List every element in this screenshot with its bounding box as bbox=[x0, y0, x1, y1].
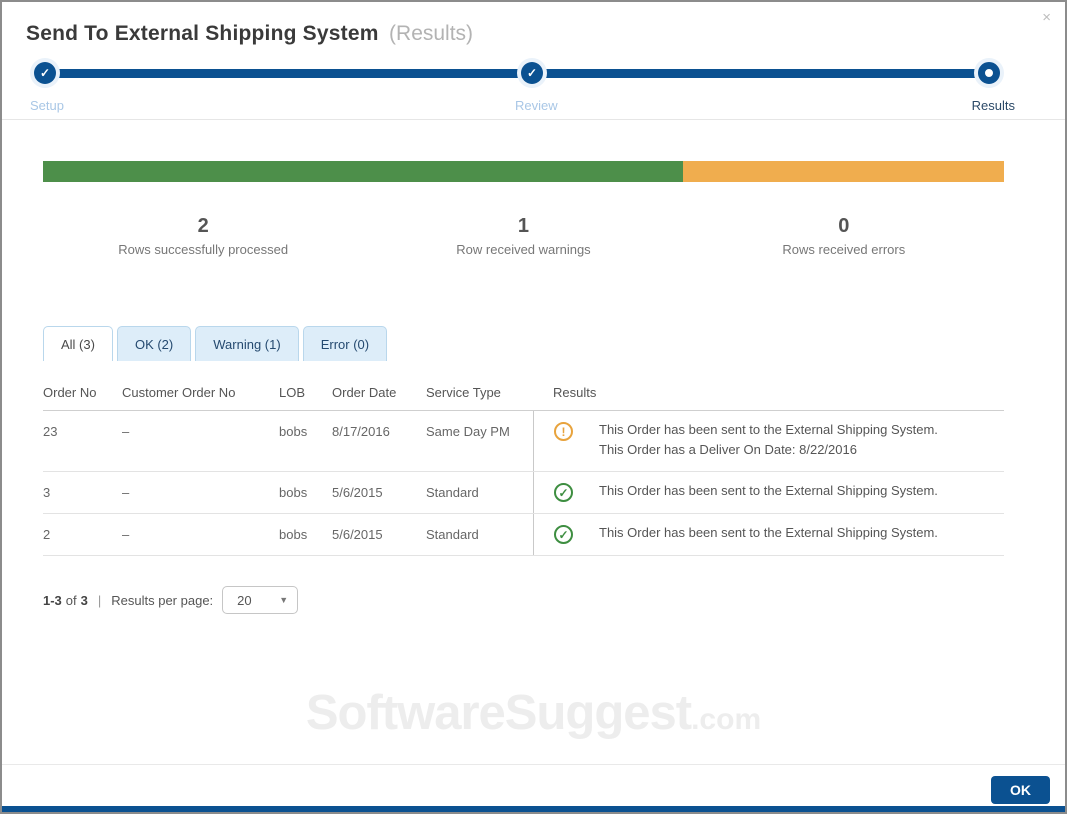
success-check-icon: ✓ bbox=[554, 483, 573, 502]
result-messages: This Order has been sent to the External… bbox=[599, 482, 938, 502]
result-message: This Order has been sent to the External… bbox=[599, 422, 938, 437]
warning-segment bbox=[683, 161, 1004, 182]
cell-results: ! This Order has been sent to the Extern… bbox=[533, 411, 1004, 471]
cell-order-no: 23 bbox=[43, 424, 58, 439]
tab-ok[interactable]: OK (2) bbox=[116, 326, 192, 361]
cell-order-date: 5/6/2015 bbox=[332, 485, 383, 500]
result-summary-bar bbox=[43, 161, 1004, 182]
cell-order-date: 5/6/2015 bbox=[332, 527, 383, 542]
col-header-lob: LOB bbox=[279, 385, 306, 400]
table-header-row: Order No Customer Order No LOB Order Dat… bbox=[43, 376, 1004, 411]
step-results-dot-icon bbox=[978, 62, 1000, 84]
stat-error-label: Rows received errors bbox=[782, 242, 906, 257]
cell-service-type: Standard bbox=[426, 527, 479, 542]
page-title: Send To External Shipping System bbox=[26, 22, 379, 45]
result-message: This Order has been sent to the External… bbox=[599, 525, 938, 540]
close-icon[interactable]: × bbox=[1042, 10, 1051, 25]
results-per-page-select[interactable]: 20 ▼ bbox=[222, 586, 299, 614]
cell-results: ✓ This Order has been sent to the Extern… bbox=[533, 472, 1004, 513]
success-segment bbox=[43, 161, 684, 182]
cell-results: ✓ This Order has been sent to the Extern… bbox=[533, 514, 1004, 555]
results-per-page-label: Results per page: bbox=[111, 592, 214, 608]
cell-lob: bobs bbox=[279, 485, 308, 500]
cell-service-type: Standard bbox=[426, 485, 479, 500]
table-row: 2 – bobs 5/6/2015 Standard ✓ This Order … bbox=[43, 514, 1004, 556]
bottom-accent-strip bbox=[2, 806, 1065, 812]
stat-warning-value: 1 bbox=[517, 215, 530, 237]
stat-success: 2 Rows successfully processed bbox=[43, 215, 363, 257]
results-table: Order No Customer Order No LOB Order Dat… bbox=[43, 376, 1004, 556]
col-header-service-type: Service Type bbox=[426, 385, 501, 400]
softwaresuggest-watermark: SoftwareSuggest.com bbox=[2, 685, 1065, 741]
cell-order-date: 8/17/2016 bbox=[332, 424, 390, 439]
result-messages: This Order has been sent to the External… bbox=[599, 524, 938, 544]
cell-service-type: Same Day PM bbox=[426, 424, 510, 439]
col-header-customer-order-no: Customer Order No bbox=[122, 385, 236, 400]
pagination-of-label: of bbox=[65, 592, 77, 608]
tab-error[interactable]: Error (0) bbox=[302, 326, 388, 361]
cell-order-no: 2 bbox=[43, 527, 51, 542]
col-header-order-date: Order Date bbox=[332, 385, 397, 400]
step-review-check-icon: ✓ bbox=[521, 62, 543, 84]
tab-warning[interactable]: Warning (1) bbox=[195, 326, 299, 361]
cell-customer-order-no: – bbox=[122, 424, 130, 439]
pagination-range: 1-3 bbox=[43, 592, 62, 608]
step-label-review: Review bbox=[515, 98, 558, 113]
cell-customer-order-no: – bbox=[122, 485, 130, 500]
step-label-results: Results bbox=[971, 98, 1015, 113]
shipping-results-modal: Send To External Shipping System (Result… bbox=[0, 0, 1067, 814]
cell-lob: bobs bbox=[279, 527, 308, 542]
chevron-down-icon: ▼ bbox=[279, 595, 289, 605]
stat-warning-label: Row received warnings bbox=[456, 242, 591, 257]
stat-success-value: 2 bbox=[197, 215, 209, 237]
cell-order-no: 3 bbox=[43, 485, 51, 500]
stat-success-label: Rows successfully processed bbox=[118, 242, 289, 257]
tab-all[interactable]: All (3) bbox=[43, 326, 113, 361]
pagination-separator: | bbox=[97, 592, 102, 608]
col-header-order-no: Order No bbox=[43, 385, 97, 400]
step-setup-check-icon: ✓ bbox=[34, 62, 56, 84]
table-row: 23 – bobs 8/17/2016 Same Day PM ! This O… bbox=[43, 411, 1004, 472]
stepper-track bbox=[45, 69, 985, 78]
watermark-suffix-text: .com bbox=[691, 703, 762, 736]
modal-footer: OK bbox=[2, 764, 1065, 806]
modal-header: Send To External Shipping System (Result… bbox=[2, 2, 1065, 46]
stat-warning: 1 Row received warnings bbox=[363, 215, 683, 257]
pagination-bar: 1-3 of 3 | Results per page: 20 ▼ bbox=[43, 586, 1004, 614]
result-messages: This Order has been sent to the External… bbox=[599, 421, 938, 461]
stat-error: 0 Rows received errors bbox=[684, 215, 1004, 257]
col-header-results: Results bbox=[553, 385, 597, 400]
modal-content: 2 Rows successfully processed 1 Row rece… bbox=[2, 161, 1065, 614]
warning-icon: ! bbox=[554, 422, 573, 441]
cell-lob: bobs bbox=[279, 424, 308, 439]
result-stats: 2 Rows successfully processed 1 Row rece… bbox=[43, 215, 1004, 257]
stat-error-value: 0 bbox=[838, 215, 850, 237]
results-per-page-value: 20 bbox=[237, 592, 252, 608]
cell-customer-order-no: – bbox=[122, 527, 130, 542]
result-message: This Order has been sent to the External… bbox=[599, 483, 938, 498]
ok-button[interactable]: OK bbox=[991, 776, 1050, 804]
success-check-icon: ✓ bbox=[554, 525, 573, 544]
wizard-stepper: ✓ ✓ Setup Review Results bbox=[2, 60, 1065, 120]
result-filter-tabs: All (3) OK (2) Warning (1) Error (0) bbox=[43, 326, 1004, 361]
step-label-setup: Setup bbox=[30, 98, 64, 113]
watermark-main-text: SoftwareSuggest bbox=[305, 686, 692, 740]
pagination-total: 3 bbox=[80, 592, 88, 608]
page-subtitle: (Results) bbox=[389, 22, 474, 45]
table-row: 3 – bobs 5/6/2015 Standard ✓ This Order … bbox=[43, 472, 1004, 514]
result-message: This Order has a Deliver On Date: 8/22/2… bbox=[599, 442, 857, 457]
